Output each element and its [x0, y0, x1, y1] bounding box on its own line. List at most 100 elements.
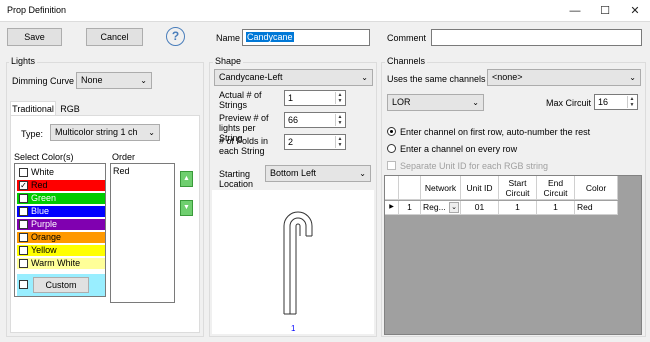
maximize-button[interactable]: ☐: [590, 0, 620, 22]
name-value: Candycane: [246, 32, 294, 42]
dimming-curve-value: None: [81, 75, 103, 85]
actual-strings-label: Actual # of Strings: [219, 90, 262, 110]
color-label: Yellow: [31, 245, 57, 255]
grid-cell-end-circuit[interactable]: 1: [537, 201, 575, 215]
grid-cell-color[interactable]: Red: [575, 201, 618, 215]
color-label: Blue: [31, 206, 50, 216]
network-type-select[interactable]: LOR ⌄: [387, 94, 484, 111]
grid-header-start-circuit[interactable]: Start Circuit: [499, 176, 537, 200]
radio-every-row[interactable]: [387, 144, 396, 153]
folds-field[interactable]: 2 ▲ ▼: [284, 134, 346, 150]
max-circuit-field[interactable]: 16 ▲ ▼: [594, 94, 638, 110]
minimize-button[interactable]: —: [560, 0, 590, 22]
save-button[interactable]: Save: [7, 28, 62, 46]
checkbox[interactable]: [19, 194, 28, 203]
preview-lights-field[interactable]: 66 ▲ ▼: [284, 112, 346, 128]
move-down-icon[interactable]: ▼: [180, 200, 193, 216]
spinner-icon[interactable]: ▲ ▼: [335, 136, 344, 148]
chevron-down-icon: ⌄: [361, 73, 368, 82]
lights-group-label: Lights: [9, 56, 38, 66]
grid-header-indicator: [385, 176, 399, 200]
actual-strings-field[interactable]: 1 ▲ ▼: [284, 90, 346, 106]
grid-header-network[interactable]: Network: [421, 176, 461, 200]
color-label: Warm White: [31, 258, 81, 268]
help-icon[interactable]: ?: [166, 27, 185, 46]
separate-unit-label: Separate Unit ID for each RGB string: [400, 161, 549, 171]
color-item-red[interactable]: ✓ Red: [17, 180, 105, 191]
close-button[interactable]: ✕: [620, 0, 650, 22]
grid-header-color[interactable]: Color: [575, 176, 618, 200]
color-item-purple[interactable]: Purple: [17, 219, 105, 230]
checkbox[interactable]: [19, 207, 28, 216]
preview-lights-value: 66: [288, 115, 299, 125]
grid-header-index: [399, 176, 421, 200]
color-item-warm-white[interactable]: Warm White: [17, 258, 105, 269]
starting-location-label: Starting Location: [219, 169, 254, 189]
color-label: Purple: [31, 219, 58, 229]
grid-header-unit-id[interactable]: Unit ID: [461, 176, 499, 200]
folds-label: # of Folds in each String: [219, 136, 269, 156]
checkbox[interactable]: ✓: [19, 181, 28, 190]
order-item[interactable]: Red: [113, 166, 130, 176]
name-field[interactable]: Candycane: [242, 29, 370, 46]
cancel-button[interactable]: Cancel: [86, 28, 143, 46]
checkbox[interactable]: [19, 246, 28, 255]
checkbox[interactable]: [19, 220, 28, 229]
comment-field[interactable]: [431, 29, 642, 46]
checkbox[interactable]: [19, 280, 28, 289]
checkbox[interactable]: [19, 259, 28, 268]
color-item-orange[interactable]: Orange: [17, 232, 105, 243]
grid-cell-unit-id[interactable]: 01: [461, 201, 499, 215]
grid-cell-start-circuit[interactable]: 1: [499, 201, 537, 215]
custom-button[interactable]: Custom: [33, 277, 89, 293]
shape-preview: 1: [212, 190, 374, 334]
grid-cell-network[interactable]: Reg... ⌄: [421, 201, 461, 215]
type-select[interactable]: Multicolor string 1 ch ⌄: [50, 124, 160, 141]
chevron-down-icon: ⌄: [472, 98, 479, 107]
color-item-white[interactable]: White: [17, 167, 105, 178]
separate-unit-checkbox[interactable]: [387, 161, 396, 170]
type-value: Multicolor string 1 ch: [55, 127, 138, 137]
shape-value: Candycane-Left: [219, 72, 283, 82]
uses-same-select[interactable]: <none> ⌄: [487, 69, 641, 86]
color-item-yellow[interactable]: Yellow: [17, 245, 105, 256]
color-label: Red: [31, 180, 48, 190]
folds-value: 2: [288, 137, 294, 147]
checkbox[interactable]: [19, 233, 28, 242]
channels-group-label: Channels: [385, 56, 428, 66]
custom-color-row: Custom: [17, 274, 105, 296]
title-bar: Prop Definition — ☐ ✕: [0, 0, 650, 22]
starting-location-select[interactable]: Bottom Left ⌄: [265, 165, 371, 182]
color-label: Orange: [31, 232, 62, 242]
move-up-icon[interactable]: ▲: [180, 171, 193, 187]
uses-same-label: Uses the same channels as: [387, 74, 498, 84]
color-item-green[interactable]: Green: [17, 193, 105, 204]
window-title: Prop Definition: [7, 5, 67, 15]
color-list: White ✓ Red Green Blue Purple Orange Yell…: [14, 163, 106, 297]
chevron-down-icon: ⌄: [629, 73, 636, 82]
network-value: Reg...: [423, 202, 446, 212]
spinner-icon[interactable]: ▲ ▼: [627, 96, 636, 108]
spinner-icon[interactable]: ▲ ▼: [335, 114, 344, 126]
color-label: Green: [31, 193, 57, 203]
chevron-down-icon[interactable]: ⌄: [449, 202, 459, 213]
max-circuit-value: 16: [598, 97, 609, 107]
color-item-blue[interactable]: Blue: [17, 206, 105, 217]
tab-traditional[interactable]: Traditional: [10, 101, 56, 116]
grid-header-end-circuit[interactable]: End Circuit: [537, 176, 575, 200]
uses-same-value: <none>: [492, 72, 523, 82]
radio-first-row-label: Enter channel on first row, auto-number …: [400, 127, 591, 137]
radio-dot: [390, 130, 393, 133]
checkbox[interactable]: [19, 168, 28, 177]
candycane-preview-icon: [283, 211, 313, 315]
shape-select[interactable]: Candycane-Left ⌄: [214, 69, 373, 86]
network-type-value: LOR: [392, 97, 411, 107]
radio-first-row[interactable]: [387, 127, 396, 136]
starting-location-value: Bottom Left: [270, 168, 317, 178]
preview-string-number: 1: [291, 324, 296, 333]
dimming-curve-label: Dimming Curve: [12, 76, 75, 86]
dimming-curve-select[interactable]: None ⌄: [76, 72, 152, 89]
name-label: Name: [216, 33, 241, 43]
spinner-icon[interactable]: ▲ ▼: [335, 92, 344, 104]
shape-group-label: Shape: [213, 56, 244, 66]
